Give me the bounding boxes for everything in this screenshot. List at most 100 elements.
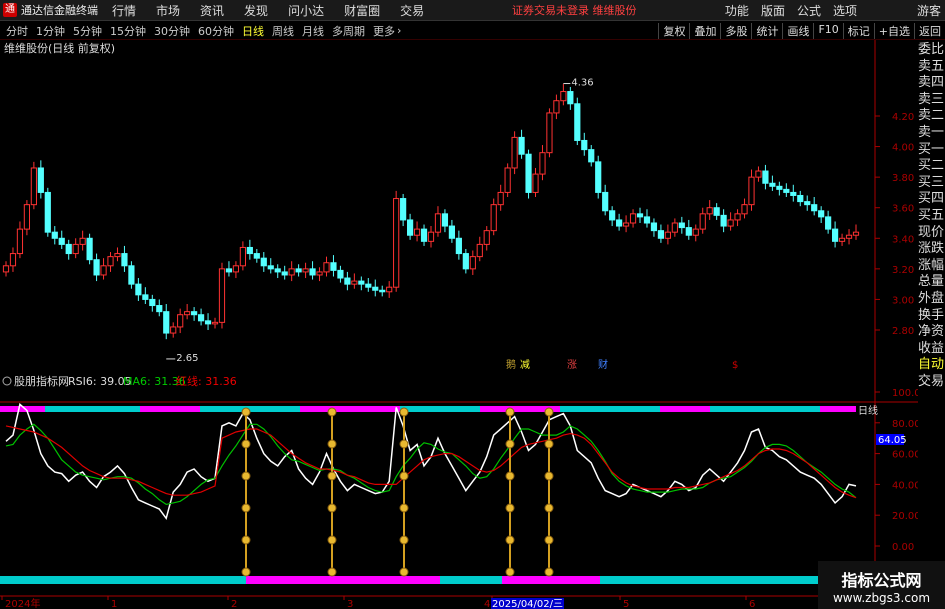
menu-formula[interactable]: 公式 bbox=[797, 2, 821, 19]
candle-body bbox=[748, 176, 755, 206]
coin-icon bbox=[505, 535, 515, 545]
tool-draw[interactable]: 画线 bbox=[782, 22, 813, 39]
candle-body bbox=[330, 262, 337, 271]
indicator-name[interactable]: 股朋指标网 bbox=[14, 374, 69, 388]
candle-body bbox=[177, 314, 184, 328]
tool-add-watchlist[interactable]: +自选 bbox=[873, 22, 914, 39]
sidebar-item: 卖一 bbox=[918, 124, 945, 140]
price-tick-label: 3.80 bbox=[892, 173, 914, 184]
candle-body bbox=[337, 269, 344, 279]
sidebar-item: 买三 bbox=[918, 174, 945, 190]
menu-trade[interactable]: 交易 bbox=[400, 2, 424, 19]
indicator-toggle-icon[interactable] bbox=[2, 376, 12, 386]
period-monthly[interactable]: 月线 bbox=[302, 23, 324, 39]
period-15min[interactable]: 15分钟 bbox=[110, 23, 146, 39]
candle-body bbox=[274, 268, 281, 273]
menu-market[interactable]: 市场 bbox=[156, 2, 180, 19]
candle-body bbox=[838, 237, 846, 242]
coin-icon bbox=[399, 471, 409, 481]
candle-body bbox=[469, 256, 476, 270]
sidebar-item: 涨跌 bbox=[918, 241, 945, 257]
candle-body bbox=[142, 294, 149, 300]
candle-body bbox=[121, 253, 128, 267]
high-price-label: 4.36 bbox=[571, 78, 593, 89]
coin-icon bbox=[399, 503, 409, 513]
indicator-tick-label: 100.00 bbox=[892, 388, 918, 399]
coin-icon bbox=[544, 567, 554, 577]
period-daily[interactable]: 日线 bbox=[242, 23, 264, 39]
sidebar-item: 涨幅 bbox=[918, 257, 945, 273]
period-more[interactable]: 更多 bbox=[373, 23, 395, 39]
coin-icon bbox=[327, 471, 337, 481]
candle-body bbox=[253, 253, 260, 259]
chevron-right-icon[interactable]: › bbox=[397, 24, 401, 37]
candle-body bbox=[762, 170, 769, 184]
sidebar-item-trade[interactable]: 交易 bbox=[918, 374, 945, 391]
time-axis-label: 4 bbox=[484, 599, 490, 609]
candle-body bbox=[191, 311, 198, 316]
tool-adjust[interactable]: 复权 bbox=[658, 22, 689, 39]
menu-discover[interactable]: 发现 bbox=[244, 2, 268, 19]
candle-body bbox=[386, 286, 393, 293]
candle-body bbox=[232, 265, 240, 273]
period-60min[interactable]: 60分钟 bbox=[198, 23, 234, 39]
login-status[interactable]: 证券交易未登录 维维股份 bbox=[512, 2, 637, 18]
menu-options[interactable]: 选项 bbox=[833, 2, 857, 19]
candle-body bbox=[525, 153, 532, 193]
tool-multi-stock[interactable]: 多股 bbox=[720, 22, 751, 39]
period-intraday[interactable]: 分时 bbox=[6, 23, 28, 39]
sidebar-item-auto[interactable]: 自动 bbox=[918, 357, 945, 374]
candle-body bbox=[246, 246, 253, 255]
candle-body bbox=[692, 228, 699, 236]
candle-body bbox=[616, 219, 623, 227]
period-1min[interactable]: 1分钟 bbox=[36, 23, 65, 39]
menu-ask[interactable]: 问小达 bbox=[288, 2, 324, 19]
candle-body bbox=[845, 234, 853, 239]
candle-body bbox=[128, 265, 135, 285]
period-weekly[interactable]: 周线 bbox=[272, 23, 294, 39]
period-5min[interactable]: 5分钟 bbox=[73, 23, 102, 39]
menu-function[interactable]: 功能 bbox=[725, 2, 749, 19]
tool-mark[interactable]: 标记 bbox=[842, 22, 874, 39]
candle-body bbox=[852, 231, 860, 236]
candle-body bbox=[699, 213, 706, 230]
tool-back[interactable]: 返回 bbox=[914, 22, 945, 39]
menu-wealth[interactable]: 财富圈 bbox=[344, 2, 380, 19]
tool-f10[interactable]: F10 bbox=[813, 22, 842, 39]
candle-body bbox=[553, 100, 560, 114]
candle-body bbox=[783, 188, 790, 193]
menu-news[interactable]: 资讯 bbox=[200, 2, 224, 19]
menu-quotes[interactable]: 行情 bbox=[112, 2, 136, 19]
coin-icon bbox=[327, 503, 337, 513]
current-value-marker: 64.05 bbox=[876, 434, 907, 446]
sidebar-item: 换手 bbox=[918, 307, 945, 323]
red-line-label: 红线: 31.36 bbox=[176, 374, 237, 388]
candle-body bbox=[2, 265, 10, 273]
chart-area[interactable]: 2.80 3.00 3.20 3.40 3.60 3.80 4.00 4.20 维维股份(日线… bbox=[0, 40, 918, 609]
signal-band-top bbox=[300, 406, 400, 412]
tool-overlay[interactable]: 叠加 bbox=[689, 22, 720, 39]
menu-layout[interactable]: 版面 bbox=[761, 2, 785, 19]
candle-body bbox=[156, 305, 163, 313]
signal-band-top bbox=[560, 406, 660, 412]
period-30min[interactable]: 30分钟 bbox=[154, 23, 190, 39]
sidebar-item: 买五 bbox=[918, 207, 945, 223]
tool-stats[interactable]: 统计 bbox=[751, 22, 782, 39]
candle-body bbox=[44, 191, 51, 233]
period-multi[interactable]: 多周期 bbox=[332, 23, 365, 39]
candle-body bbox=[239, 246, 246, 267]
time-axis-label: 2024年 bbox=[5, 597, 40, 609]
candle-body bbox=[678, 222, 685, 229]
event-marker: $ bbox=[732, 360, 738, 371]
time-axis-label: 2025/04/02/三 bbox=[492, 599, 563, 609]
price-tick-label: 4.00 bbox=[892, 143, 914, 154]
user-guest[interactable]: 游客 bbox=[917, 2, 941, 19]
event-marker: 减 bbox=[520, 359, 530, 371]
current-value-text: 64.05 bbox=[878, 435, 907, 446]
candle-body bbox=[518, 136, 525, 155]
sidebar-item: 卖五 bbox=[918, 58, 945, 74]
candle-body bbox=[204, 320, 212, 325]
price-tick-label: 4.20 bbox=[892, 112, 914, 123]
candle-body bbox=[114, 253, 121, 258]
candle-body bbox=[372, 286, 379, 291]
